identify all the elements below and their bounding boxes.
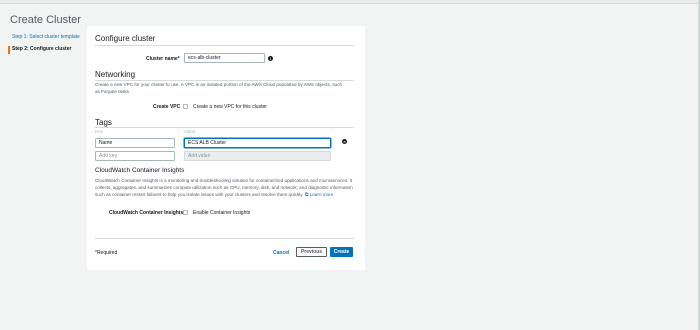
add-value-input[interactable]: Add value bbox=[184, 151, 331, 161]
networking-desc-line1: Create a new VPC for your cluster to use… bbox=[95, 82, 343, 87]
step-2-current: Step 2: Configure cluster bbox=[8, 46, 80, 54]
configure-cluster-title: Configure cluster bbox=[95, 34, 156, 43]
enable-insights-checkbox-label[interactable]: Enable Container Insights bbox=[193, 210, 250, 216]
create-button[interactable]: Create bbox=[330, 247, 353, 257]
step-navigation: Step 1: Select cluster template Step 2: … bbox=[8, 34, 80, 54]
tag-value-input[interactable]: ECS ALB Cluster bbox=[184, 138, 331, 148]
learn-more-link[interactable]: Learn more bbox=[310, 192, 334, 197]
tags-key-header: Key bbox=[95, 129, 103, 134]
insights-desc-line3: such as container restart failures to he… bbox=[95, 192, 304, 197]
divider bbox=[95, 238, 354, 239]
required-note: *Required bbox=[95, 250, 118, 256]
divider bbox=[95, 45, 354, 46]
insights-desc-line2: collects, aggregates, and summarizes com… bbox=[95, 185, 353, 190]
enable-insights-checkbox[interactable] bbox=[183, 210, 188, 215]
add-key-input[interactable]: Add key bbox=[95, 151, 175, 161]
external-link-icon[interactable]: ⧉ bbox=[305, 192, 309, 199]
top-bar bbox=[0, 0, 700, 4]
create-vpc-label: Create VPC bbox=[153, 104, 181, 110]
insights-desc-line1: CloudWatch Container Insights is a monit… bbox=[95, 178, 353, 183]
create-vpc-checkbox-label[interactable]: Create a new VPC for this cluster bbox=[193, 104, 267, 110]
insights-description: CloudWatch Container Insights is a monit… bbox=[95, 177, 359, 199]
previous-button[interactable]: Previous bbox=[296, 247, 327, 257]
tags-value-header: Value bbox=[184, 129, 196, 134]
cluster-name-label: Cluster name* bbox=[146, 56, 180, 62]
tag-key-input[interactable]: Name bbox=[95, 138, 175, 148]
create-vpc-checkbox[interactable] bbox=[183, 104, 188, 109]
cancel-button[interactable]: Cancel bbox=[273, 250, 289, 256]
networking-desc-line2: as Fargate tasks. bbox=[95, 89, 131, 94]
page-title: Create Cluster bbox=[10, 14, 81, 26]
info-icon[interactable]: i bbox=[268, 56, 273, 61]
tags-title: Tags bbox=[95, 118, 112, 127]
networking-description: Create a new VPC for your cluster to use… bbox=[95, 81, 357, 95]
step-1-link[interactable]: Step 1: Select cluster template bbox=[12, 34, 80, 42]
insights-title: CloudWatch Container Insights bbox=[95, 167, 185, 174]
networking-title: Networking bbox=[95, 70, 136, 79]
insights-label: CloudWatch Container Insights bbox=[109, 210, 184, 216]
divider bbox=[95, 127, 354, 128]
cluster-name-input[interactable]: ecs-alb-cluster bbox=[184, 53, 265, 63]
remove-tag-icon[interactable]: × bbox=[342, 139, 347, 144]
